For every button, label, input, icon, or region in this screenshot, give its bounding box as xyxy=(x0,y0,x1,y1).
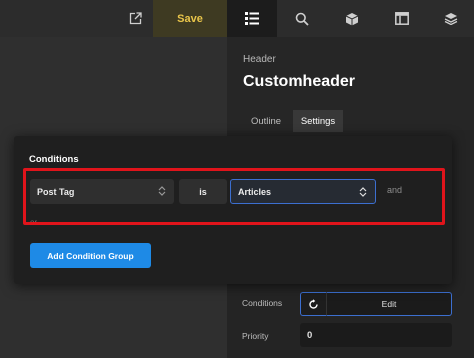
structure-icon xyxy=(245,12,259,25)
layout-icon xyxy=(395,12,409,25)
panel-subtitle: Header xyxy=(243,54,276,65)
panel-title: Customheader xyxy=(243,73,356,90)
add-condition-group-button[interactable]: Add Condition Group xyxy=(30,243,151,268)
priority-label: Priority xyxy=(242,331,269,341)
builder-page: Save Header Customheader Outline Setting… xyxy=(0,0,474,358)
top-toolbar: Save xyxy=(0,0,474,37)
save-button[interactable]: Save xyxy=(153,0,227,37)
components-button[interactable] xyxy=(327,0,377,37)
conditions-edit-button[interactable]: Edit xyxy=(326,292,452,316)
modal-title: Conditions xyxy=(29,154,79,165)
highlight-annotation xyxy=(23,168,445,225)
templates-button[interactable] xyxy=(377,0,427,37)
layers-icon xyxy=(444,13,457,25)
priority-input[interactable]: 0 xyxy=(300,323,452,347)
external-link-icon xyxy=(129,12,142,25)
layers-button[interactable] xyxy=(427,0,474,37)
conditions-toggle-button[interactable] xyxy=(300,292,326,316)
tab-settings[interactable]: Settings xyxy=(293,110,343,132)
search-button[interactable] xyxy=(277,0,327,37)
conditions-label: Conditions xyxy=(242,298,283,308)
external-link-button[interactable] xyxy=(117,0,153,37)
tab-outline[interactable]: Outline xyxy=(241,110,291,132)
conditions-modal: Conditions Post Tag is Articles and or A… xyxy=(14,136,452,284)
structure-button[interactable] xyxy=(227,0,277,37)
search-icon xyxy=(295,12,309,26)
cube-icon xyxy=(345,12,359,25)
panel-header: Header Customheader Outline Settings xyxy=(227,37,474,132)
refresh-icon xyxy=(309,298,318,309)
